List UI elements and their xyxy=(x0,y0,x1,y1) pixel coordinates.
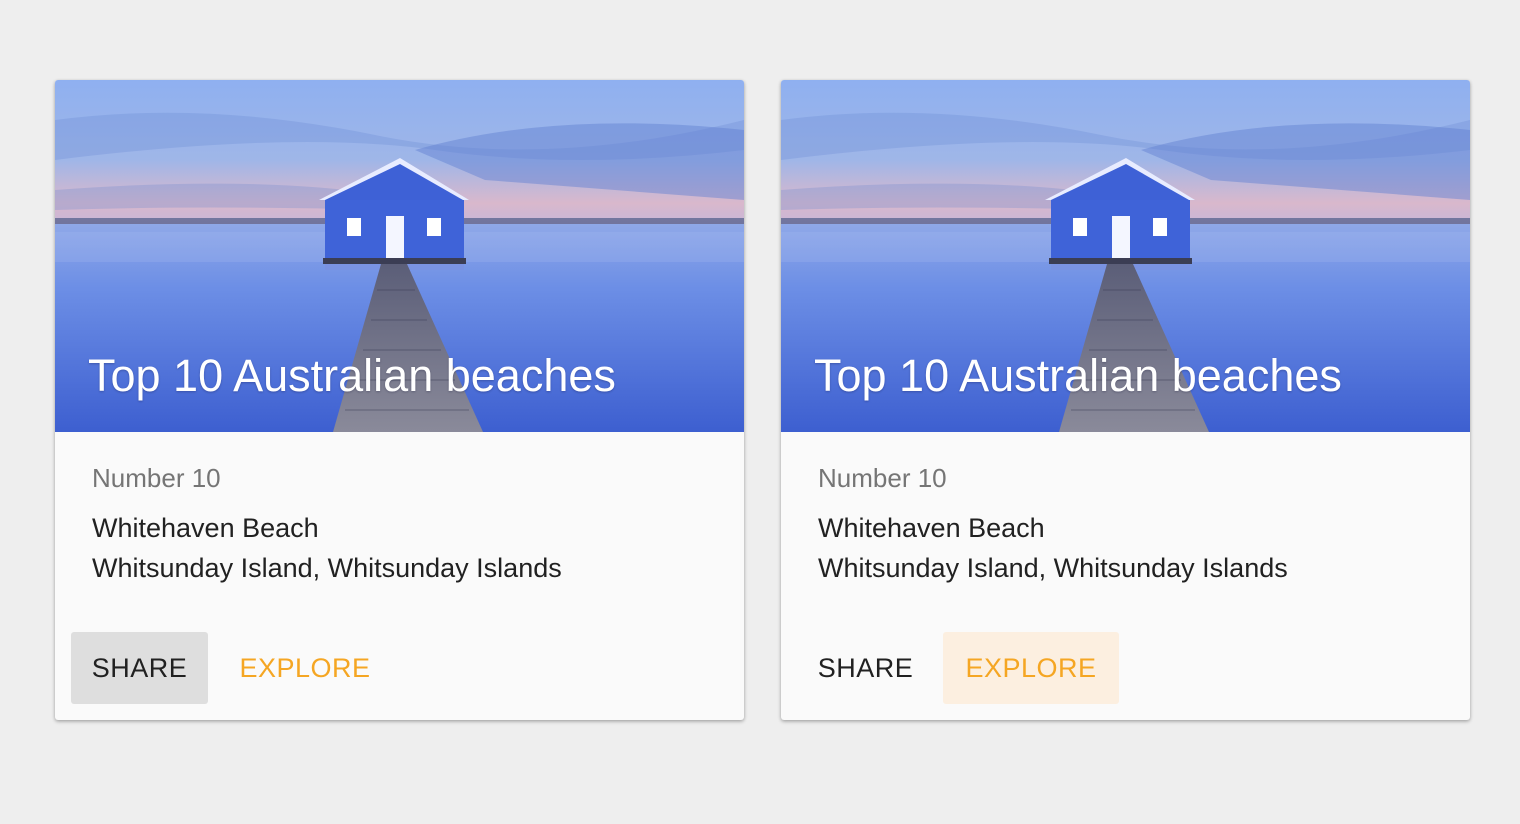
card-media: Top 10 Australian beaches xyxy=(781,80,1470,432)
card-content: Number 10 Whitehaven Beach Whitsunday Is… xyxy=(92,460,724,588)
card-title: Top 10 Australian beaches xyxy=(88,350,616,401)
explore-button[interactable]: EXPLORE xyxy=(217,632,393,704)
page: Top 10 Australian beaches Number 10 Whit… xyxy=(0,0,1520,824)
explore-button[interactable]: EXPLORE xyxy=(943,632,1119,704)
beach-location: Whitsunday Island, Whitsunday Islands xyxy=(92,553,562,583)
beach-name: Whitehaven Beach xyxy=(818,513,1045,543)
card-overline: Number 10 xyxy=(818,463,947,493)
beach-card: Top 10 Australian beaches Number 10 Whit… xyxy=(55,80,744,720)
card-overline: Number 10 xyxy=(92,463,221,493)
card-media: Top 10 Australian beaches xyxy=(55,80,744,432)
share-button[interactable]: SHARE xyxy=(71,632,208,704)
card-title: Top 10 Australian beaches xyxy=(814,350,1342,401)
beach-name: Whitehaven Beach xyxy=(92,513,319,543)
card-content: Number 10 Whitehaven Beach Whitsunday Is… xyxy=(818,460,1450,588)
beach-location: Whitsunday Island, Whitsunday Islands xyxy=(818,553,1288,583)
share-button[interactable]: SHARE xyxy=(797,632,934,704)
beach-card: Top 10 Australian beaches Number 10 Whit… xyxy=(781,80,1470,720)
